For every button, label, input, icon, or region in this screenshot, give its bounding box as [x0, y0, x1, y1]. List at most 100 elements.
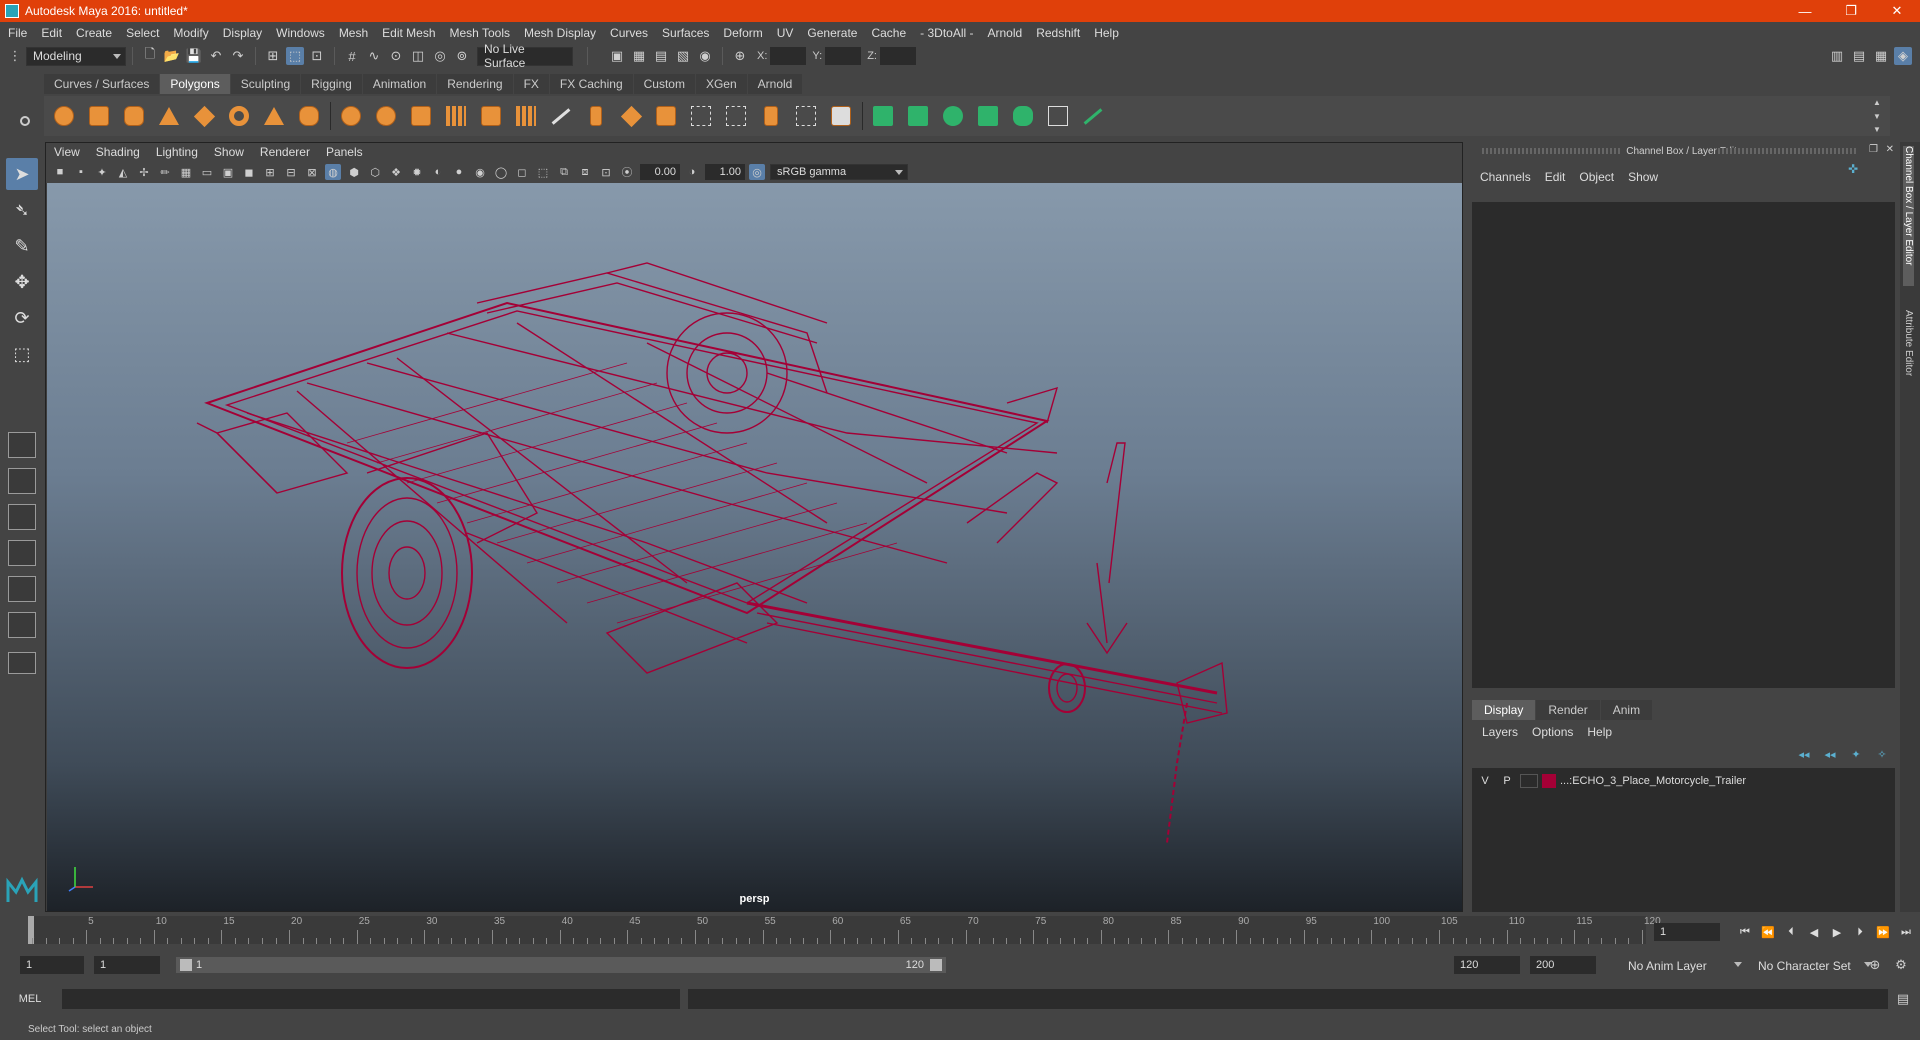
animation-preferences-icon[interactable]: ⚙	[1892, 956, 1910, 974]
poly-torus-icon[interactable]	[225, 102, 253, 130]
resolution-gate-icon[interactable]: ▣	[220, 164, 236, 180]
channel-box-body[interactable]	[1472, 202, 1895, 688]
menu-deform[interactable]: Deform	[723, 26, 762, 40]
tab-render[interactable]: Render	[1536, 700, 1600, 720]
new-empty-layer-icon[interactable]: ✦	[1846, 746, 1866, 762]
safe-title-icon[interactable]: ⊠	[304, 164, 320, 180]
offset-edge-loop-icon[interactable]	[722, 102, 750, 130]
play-forwards-icon[interactable]: ▶	[1828, 923, 1846, 941]
multi-cut-icon[interactable]	[547, 102, 575, 130]
poly-cone-icon[interactable]	[155, 102, 183, 130]
transform-mode-icon[interactable]: ⊕	[731, 47, 749, 65]
poly-cube-icon[interactable]	[85, 102, 113, 130]
menu-mesh-tools[interactable]: Mesh Tools	[450, 26, 510, 40]
shelf-scroll-down-icon[interactable]: ▼	[1873, 112, 1881, 121]
single-perspective-layout-icon[interactable]	[8, 432, 36, 458]
mirror-icon[interactable]	[442, 102, 470, 130]
panel-menu-shading[interactable]: Shading	[96, 145, 140, 159]
shelf-tab-fx[interactable]: FX	[513, 74, 549, 94]
menuset-dropdown[interactable]: Modeling	[26, 46, 126, 66]
render-current-icon[interactable]: ▦	[630, 47, 648, 65]
close-panel-icon[interactable]: ✕	[1886, 144, 1894, 155]
move-layer-down-icon[interactable]: ◂◂	[1820, 746, 1840, 762]
step-forward-key-icon[interactable]: ⏵	[1851, 923, 1869, 941]
panel-menu-show[interactable]: Show	[214, 145, 244, 159]
new-layer-selected-icon[interactable]: ✧	[1872, 746, 1892, 762]
panel-grip[interactable]	[1718, 148, 1858, 154]
color-management-icon[interactable]: ◎	[749, 164, 765, 180]
camera-attributes-icon[interactable]: ▪	[73, 164, 89, 180]
layer-color-swatch[interactable]	[1542, 774, 1556, 788]
persp-hypershade-layout-icon[interactable]	[8, 612, 36, 638]
menu-edit-mesh[interactable]: Edit Mesh	[382, 26, 435, 40]
four-view-layout-icon[interactable]	[8, 468, 36, 494]
isolate-select-icon[interactable]: ⬚	[535, 164, 551, 180]
minimize-button[interactable]: —	[1782, 0, 1828, 22]
render-settings-icon[interactable]: ▧	[674, 47, 692, 65]
menu-file[interactable]: File	[8, 26, 27, 40]
y-field[interactable]	[825, 47, 862, 65]
xray-icon[interactable]: ⧉	[556, 164, 572, 180]
maximize-button[interactable]: ❐	[1828, 0, 1874, 22]
attribute-editor-toggle-icon[interactable]: ▤	[1850, 47, 1868, 65]
range-start-handle[interactable]	[180, 959, 192, 971]
start-time-field[interactable]: 1	[20, 956, 84, 974]
close-button[interactable]: ✕	[1874, 0, 1920, 22]
range-slider[interactable]: 1 120	[176, 957, 946, 973]
panel-menu-lighting[interactable]: Lighting	[156, 145, 198, 159]
show-menu[interactable]: Show	[1628, 170, 1658, 184]
lasso-tool-icon[interactable]: ➴	[6, 194, 38, 226]
range-end-handle[interactable]	[930, 959, 942, 971]
end-time-field[interactable]: 200	[1530, 956, 1596, 974]
menu-mesh-display[interactable]: Mesh Display	[524, 26, 596, 40]
gamma-field[interactable]: 1.00	[705, 164, 745, 180]
edit-menu[interactable]: Edit	[1545, 170, 1566, 184]
color-space-dropdown[interactable]: sRGB gamma	[770, 164, 908, 180]
hypershade-icon[interactable]: ◉	[696, 47, 714, 65]
character-set-dropdown[interactable]: No Character Set	[1752, 956, 1876, 975]
z-field[interactable]	[879, 47, 916, 65]
save-scene-icon[interactable]: 💾	[185, 47, 203, 65]
menu-help[interactable]: Help	[1094, 26, 1119, 40]
snap-grid-icon[interactable]: #	[343, 47, 361, 65]
bridge-icon[interactable]	[512, 102, 540, 130]
layer-visibility-toggle[interactable]: V	[1476, 773, 1494, 789]
side-tab-attribute-editor[interactable]: Attribute Editor	[1903, 310, 1914, 400]
persp-outliner-layout-icon[interactable]	[8, 504, 36, 530]
layer-playback-toggle[interactable]: P	[1498, 773, 1516, 789]
float-panel-icon[interactable]: ❐	[1869, 144, 1878, 155]
spherical-map-icon[interactable]	[939, 102, 967, 130]
xray-components-icon[interactable]: ⊡	[598, 164, 614, 180]
two-d-pan-zoom-icon[interactable]: ✢	[136, 164, 152, 180]
layer-display-type-toggle[interactable]	[1520, 774, 1538, 788]
current-frame-field[interactable]: 1	[1654, 923, 1720, 941]
menu-create[interactable]: Create	[76, 26, 112, 40]
redo-icon[interactable]: ↷	[229, 47, 247, 65]
menu-mesh[interactable]: Mesh	[339, 26, 368, 40]
extrude-icon[interactable]	[582, 102, 610, 130]
auto-key-icon[interactable]: ⊕	[1866, 956, 1884, 974]
shadows-icon[interactable]: ◐	[430, 164, 446, 180]
uv-editor-icon[interactable]	[1009, 102, 1037, 130]
side-tab-channel-box[interactable]: Channel Box / Layer Editor	[1903, 146, 1914, 286]
new-scene-icon[interactable]: 🗋	[141, 46, 159, 65]
shelf-scroll-up-icon[interactable]: ▲	[1873, 98, 1881, 107]
uv-checker-icon[interactable]	[1044, 102, 1072, 130]
rotate-tool-icon[interactable]: ⟳	[6, 302, 38, 334]
layer-row[interactable]: V P ...:ECHO_3_Place_Motorcycle_Trailer	[1476, 772, 1891, 790]
modeling-toolkit-icon[interactable]: ▥	[1828, 47, 1846, 65]
menu-redshift[interactable]: Redshift	[1036, 26, 1080, 40]
menu-arnold[interactable]: Arnold	[988, 26, 1023, 40]
poly-sphere-icon[interactable]	[50, 102, 78, 130]
layers-menu[interactable]: Layers	[1482, 725, 1518, 739]
anti-aliasing-icon[interactable]: ◯	[493, 164, 509, 180]
play-backwards-icon[interactable]: ◀	[1805, 923, 1823, 941]
persp-outliner-two-layout-icon[interactable]	[8, 576, 36, 602]
snap-curve-icon[interactable]: ∿	[365, 47, 383, 65]
menu-uv[interactable]: UV	[777, 26, 794, 40]
step-back-icon[interactable]: ⏪	[1759, 923, 1777, 941]
smooth-icon[interactable]	[407, 102, 435, 130]
screen-space-ao-icon[interactable]: ●	[451, 164, 467, 180]
fill-hole-icon[interactable]	[827, 102, 855, 130]
automatic-map-icon[interactable]	[974, 102, 1002, 130]
